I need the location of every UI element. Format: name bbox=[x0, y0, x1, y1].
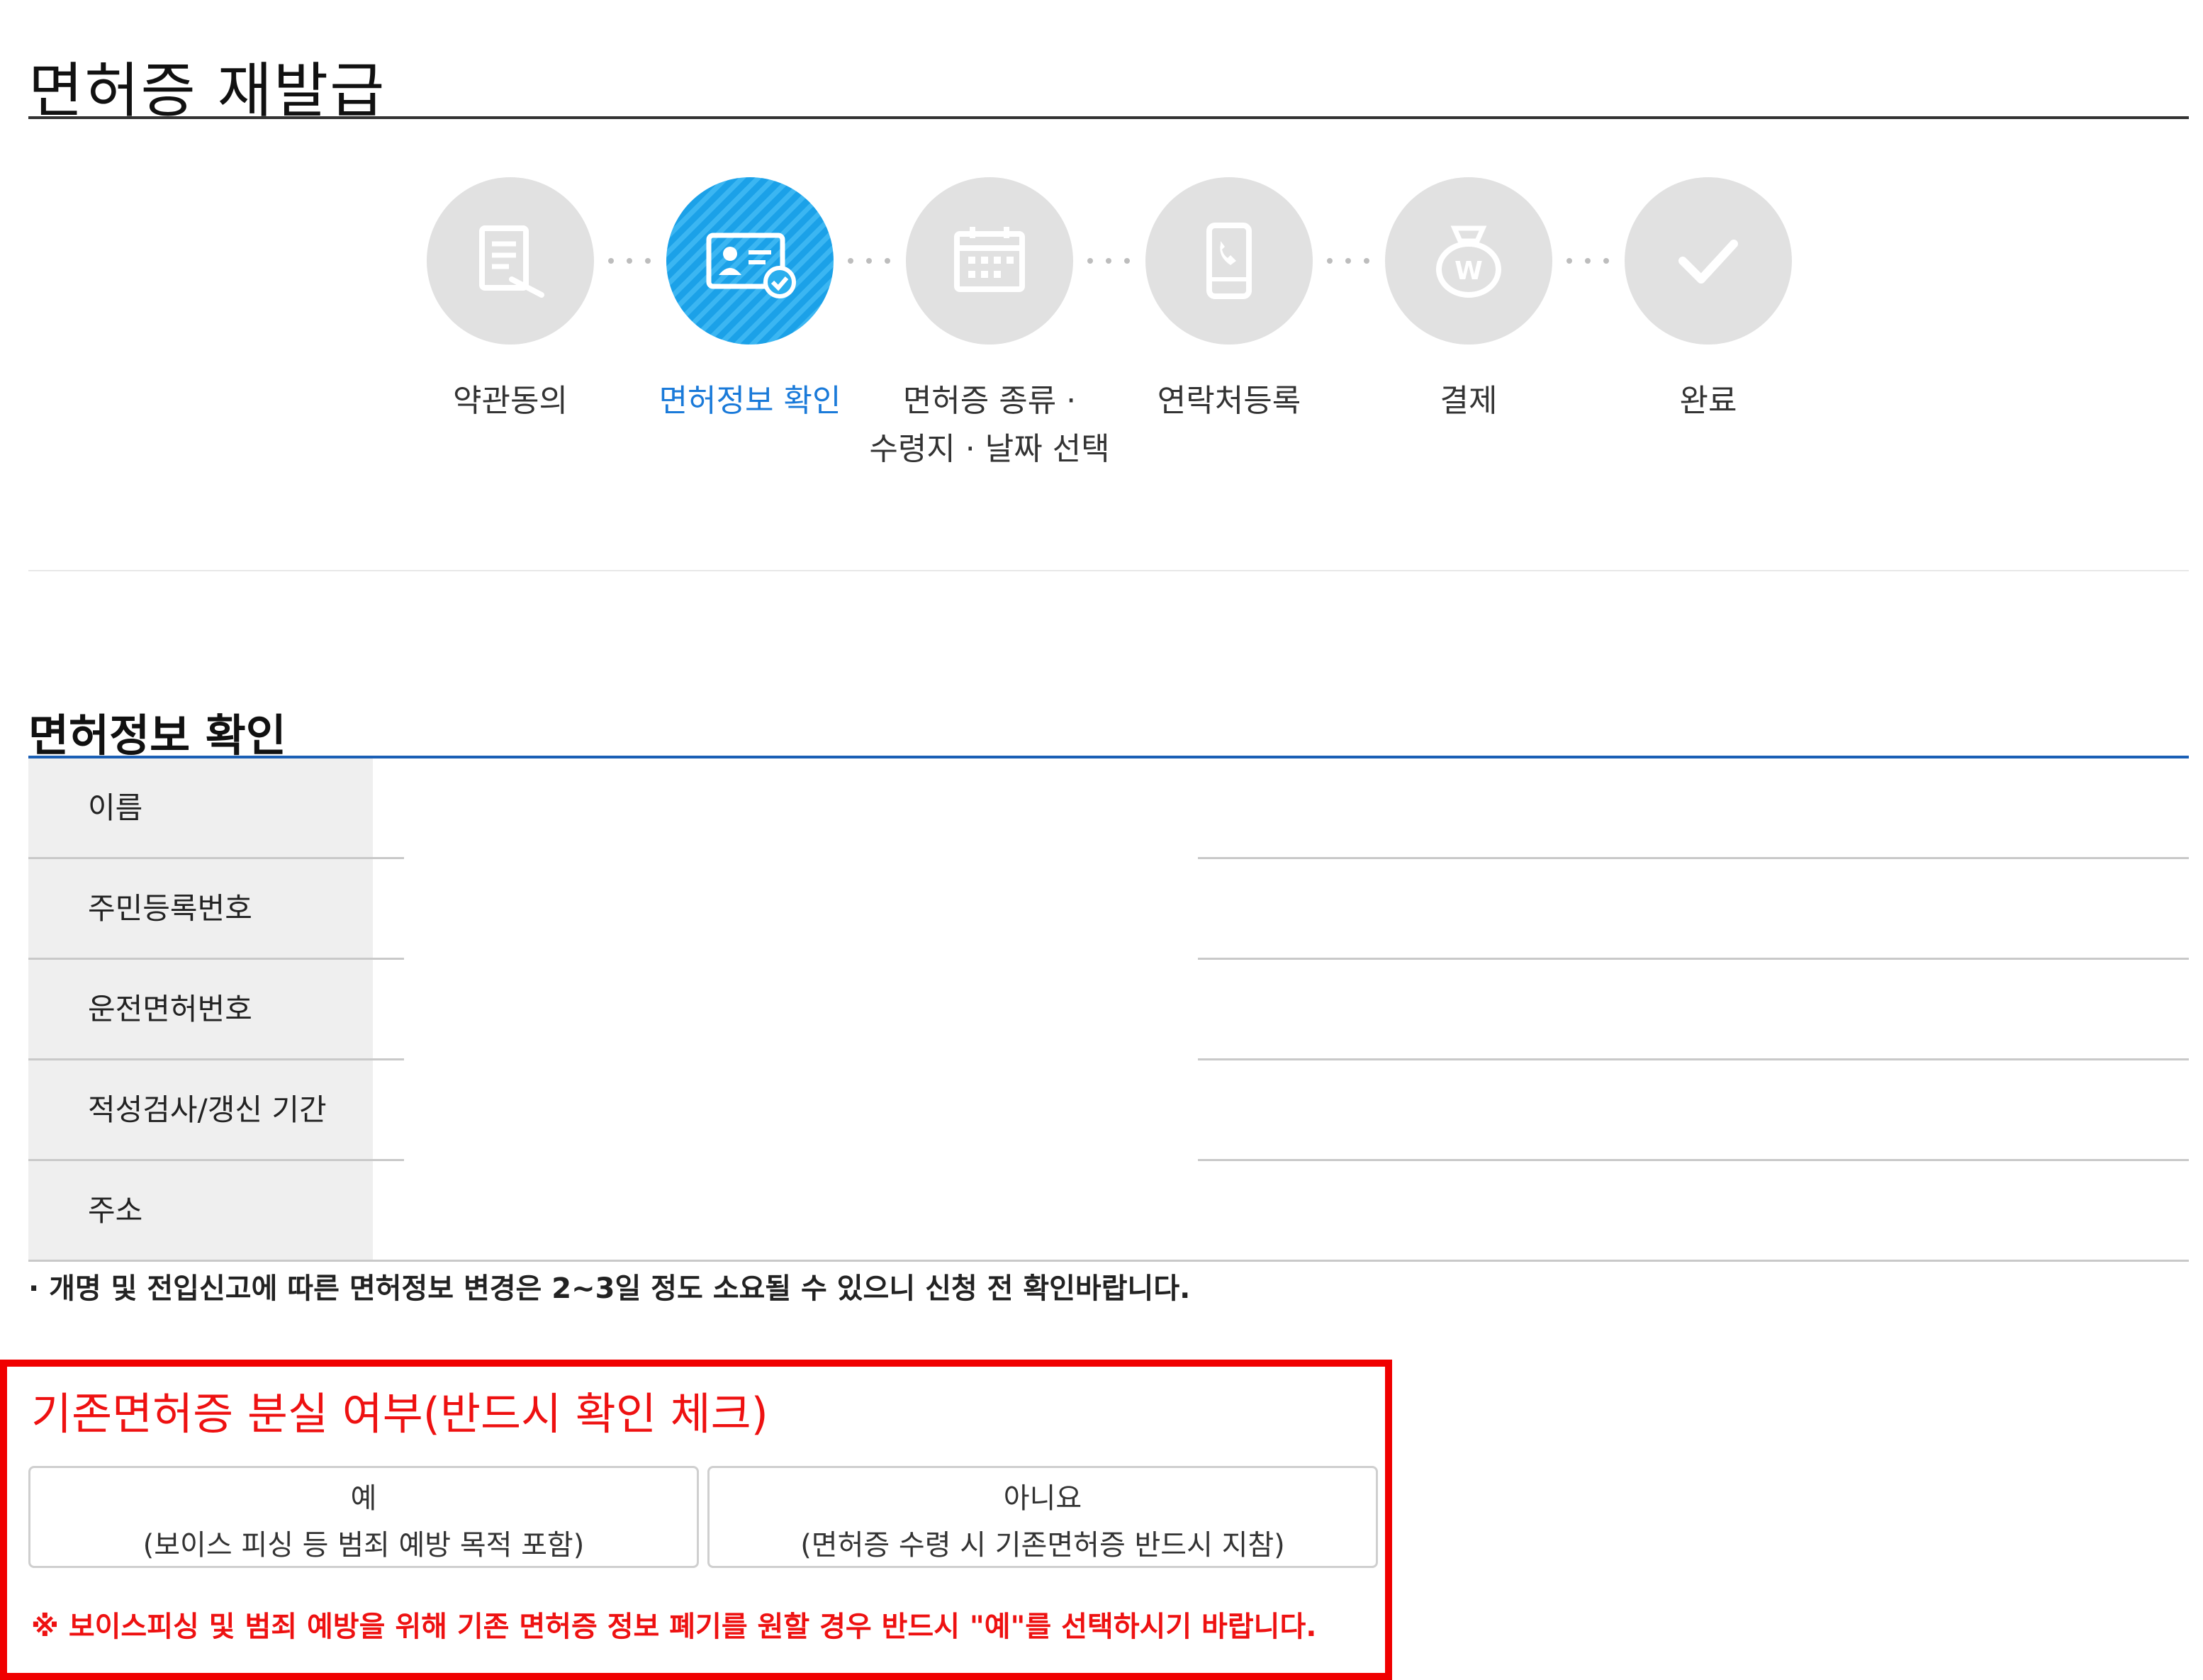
title-divider bbox=[28, 116, 2189, 119]
loss-check-warning: ※ 보이스피싱 및 범죄 예방을 위해 기존 면허증 정보 폐기를 원할 경우 … bbox=[31, 1611, 1317, 1643]
checkmark-icon bbox=[1625, 177, 1792, 345]
loss-check-box: 기존면허증 분실 여부(반드시 확인 체크) 예 (보이스 피싱 등 범죄 예방… bbox=[0, 1360, 1392, 1680]
no-sublabel: (면허증 수령 시 기존면허증 반드시 지참) bbox=[800, 1529, 1285, 1562]
step-type-place-date: 면허증 종류 · 수령지 · 날짜 선택 bbox=[869, 177, 1110, 474]
step-label-line2: 수령지 · 날짜 선택 bbox=[869, 431, 1110, 467]
step-payment: W 결제 bbox=[1348, 177, 1589, 425]
step-contact: 연락처등록 bbox=[1109, 177, 1350, 425]
id-card-check-icon bbox=[666, 177, 834, 345]
loss-check-title: 기존면허증 분실 여부(반드시 확인 체크) bbox=[31, 1388, 768, 1440]
calendar-icon bbox=[906, 177, 1073, 345]
info-label: 운전면허번호 bbox=[28, 960, 373, 1059]
info-row-license-number: 운전면허번호 bbox=[28, 960, 2189, 1060]
step-label: 약관동의 bbox=[453, 383, 568, 419]
step-label: 결제 bbox=[1440, 383, 1498, 419]
step-label: 완료 bbox=[1679, 383, 1737, 419]
info-label: 주민등록번호 bbox=[28, 859, 373, 958]
document-pen-icon bbox=[427, 177, 594, 345]
info-label: 이름 bbox=[28, 758, 373, 858]
info-row-resident-number: 주민등록번호 bbox=[28, 859, 2189, 960]
info-label: 적성검사/갱신 기간 bbox=[28, 1060, 373, 1160]
step-label: 면허정보 확인 bbox=[658, 383, 841, 419]
row-divider bbox=[28, 1260, 2189, 1262]
section-divider bbox=[28, 570, 2189, 571]
step-label-line1: 면허증 종류 · bbox=[902, 383, 1077, 419]
progress-steps: 약관동의 면허정보 확인 면허증 종류 · 수령지 · 날짜 선택 연락처등록 … bbox=[0, 177, 2203, 475]
step-license-info: 면허정보 확인 bbox=[629, 177, 870, 425]
info-notice: · 개명 및 전입신고에 따른 면허정보 변경은 2~3일 정도 소요될 수 있… bbox=[28, 1272, 1191, 1305]
no-button[interactable]: 아니요 (면허증 수령 시 기존면허증 반드시 지참) bbox=[707, 1466, 1378, 1568]
yes-button[interactable]: 예 (보이스 피싱 등 범죄 예방 목적 포함) bbox=[28, 1466, 699, 1568]
yes-label: 예 bbox=[350, 1482, 377, 1515]
money-bag-icon: W bbox=[1385, 177, 1552, 345]
info-row-address: 주소 bbox=[28, 1161, 2189, 1262]
info-row-name: 이름 bbox=[28, 758, 2189, 859]
info-label: 주소 bbox=[28, 1161, 373, 1260]
info-row-renewal-period: 적성검사/갱신 기간 bbox=[28, 1060, 2189, 1161]
step-terms: 약관동의 bbox=[390, 177, 631, 425]
phone-icon bbox=[1145, 177, 1313, 345]
step-complete: 완료 bbox=[1588, 177, 1829, 425]
svg-text:W: W bbox=[1454, 257, 1483, 286]
yes-sublabel: (보이스 피싱 등 범죄 예방 목적 포함) bbox=[142, 1529, 585, 1562]
step-label: 면허증 종류 · 수령지 · 날짜 선택 bbox=[869, 377, 1110, 474]
no-label: 아니요 bbox=[1003, 1482, 1082, 1515]
section-title: 면허정보 확인 bbox=[28, 710, 286, 762]
step-label: 연락처등록 bbox=[1157, 383, 1301, 419]
